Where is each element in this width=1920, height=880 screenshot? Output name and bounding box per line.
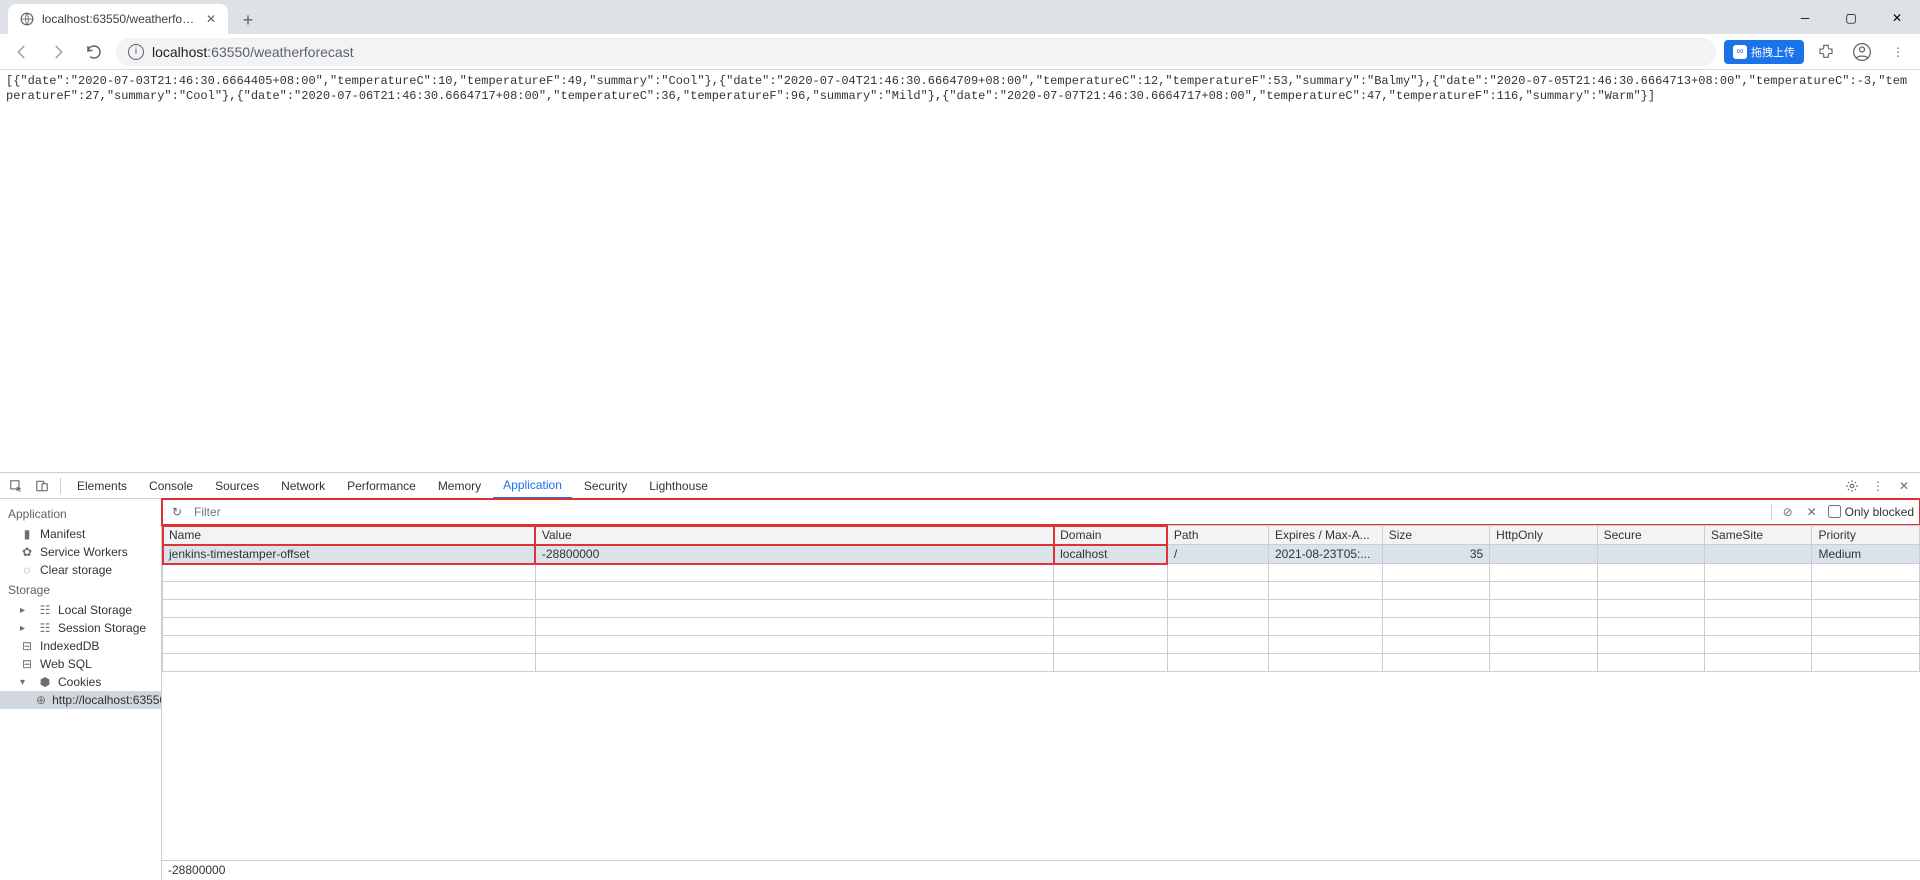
delete-icon[interactable]: ✕ [1804,505,1820,519]
table-row[interactable] [163,636,1920,654]
window-maximize-button[interactable]: ▢ [1828,2,1874,34]
gear-icon: ✿ [20,545,34,559]
table-header-row: Name Value Domain Path Expires / Max-A..… [163,526,1920,545]
sidebar-item-web-sql[interactable]: ⊟Web SQL [0,655,161,673]
address-bar[interactable]: i localhost:63550/weatherforecast [116,38,1716,66]
window-minimize-button[interactable]: ─ [1782,2,1828,34]
back-button[interactable] [8,38,36,66]
window-close-button[interactable]: ✕ [1874,2,1920,34]
col-httponly[interactable]: HttpOnly [1490,526,1597,545]
extensions-button[interactable] [1812,38,1840,66]
filter-input[interactable] [194,505,1763,519]
cookies-toolbar: ↻ ⊘ ✕ Only blocked [162,499,1920,525]
sidebar-group-application: Application [0,503,161,525]
table-row[interactable] [163,618,1920,636]
clear-all-icon[interactable]: ⊘ [1780,505,1796,519]
tab-security[interactable]: Security [574,473,637,499]
cookie-detail-value: -28800000 [162,860,1920,880]
tab-memory[interactable]: Memory [428,473,491,499]
reload-button[interactable] [80,38,108,66]
devtools-panel: Elements Console Sources Network Perform… [0,472,1920,880]
col-value[interactable]: Value [535,526,1053,545]
devtools-settings-icon[interactable] [1840,479,1864,493]
chrome-menu-button[interactable]: ⋮ [1884,38,1912,66]
sidebar-item-cookie-origin[interactable]: ⊕http://localhost:63550 [0,691,161,709]
browser-tab[interactable]: localhost:63550/weatherforec ✕ [8,4,228,34]
sidebar-item-indexeddb[interactable]: ⊟IndexedDB [0,637,161,655]
origin-icon: ⊕ [36,693,46,707]
col-priority[interactable]: Priority [1812,526,1920,545]
devtools-menu-icon[interactable]: ⋮ [1866,479,1890,493]
forward-button[interactable] [44,38,72,66]
table-row[interactable] [163,582,1920,600]
close-icon[interactable]: ✕ [206,12,216,26]
devtools-tabstrip: Elements Console Sources Network Perform… [0,473,1920,499]
devtools-sidebar: Application ▮Manifest ✿Service Workers ◌… [0,499,162,880]
col-expires[interactable]: Expires / Max-A... [1268,526,1382,545]
site-info-icon[interactable]: i [128,44,144,60]
sidebar-item-session-storage[interactable]: ☷Session Storage [0,619,161,637]
device-toggle-icon[interactable] [30,479,54,493]
tab-elements[interactable]: Elements [67,473,137,499]
tab-network[interactable]: Network [271,473,335,499]
browser-tabstrip: localhost:63550/weatherforec ✕ + ─ ▢ ✕ [0,0,1920,34]
sidebar-item-service-workers[interactable]: ✿Service Workers [0,543,161,561]
storage-icon: ☷ [38,621,52,635]
tab-performance[interactable]: Performance [337,473,426,499]
document-icon: ▮ [20,527,34,541]
tab-lighthouse[interactable]: Lighthouse [639,473,718,499]
sidebar-item-cookies[interactable]: ⬢Cookies [0,673,161,691]
tab-title: localhost:63550/weatherforec [42,12,198,26]
col-secure[interactable]: Secure [1597,526,1704,545]
database-icon: ◌ [20,563,34,577]
database-icon: ⊟ [20,657,34,671]
devtools-close-icon[interactable]: ✕ [1892,479,1916,493]
inspect-icon[interactable] [4,479,28,493]
col-path[interactable]: Path [1167,526,1268,545]
table-row[interactable] [163,600,1920,618]
table-row[interactable] [163,654,1920,672]
profile-button[interactable] [1848,38,1876,66]
database-icon: ⊟ [20,639,34,653]
page-body-json: [{"date":"2020-07-03T21:46:30.6664405+08… [0,70,1920,472]
col-samesite[interactable]: SameSite [1705,526,1812,545]
cookies-table: Name Value Domain Path Expires / Max-A..… [162,525,1920,860]
globe-icon [20,12,34,26]
tab-console[interactable]: Console [139,473,203,499]
sidebar-item-clear-storage[interactable]: ◌Clear storage [0,561,161,579]
upload-extension-badge[interactable]: ∞ 拖拽上传 [1724,40,1804,64]
cloud-icon: ∞ [1733,45,1747,59]
cookie-icon: ⬢ [38,675,52,689]
table-row[interactable] [163,564,1920,582]
col-name[interactable]: Name [163,526,536,545]
only-blocked-checkbox[interactable]: Only blocked [1828,505,1914,519]
col-size[interactable]: Size [1382,526,1489,545]
tab-sources[interactable]: Sources [205,473,269,499]
new-tab-button[interactable]: + [234,6,262,34]
sidebar-group-storage: Storage [0,579,161,601]
refresh-icon[interactable]: ↻ [168,505,186,519]
browser-toolbar: i localhost:63550/weatherforecast ∞ 拖拽上传… [0,34,1920,70]
tab-application[interactable]: Application [493,473,572,499]
cookie-row[interactable]: jenkins-timestamper-offset -28800000 loc… [163,545,1920,564]
storage-icon: ☷ [38,603,52,617]
col-domain[interactable]: Domain [1054,526,1168,545]
url-text: localhost:63550/weatherforecast [152,44,354,60]
sidebar-item-local-storage[interactable]: ☷Local Storage [0,601,161,619]
sidebar-item-manifest[interactable]: ▮Manifest [0,525,161,543]
